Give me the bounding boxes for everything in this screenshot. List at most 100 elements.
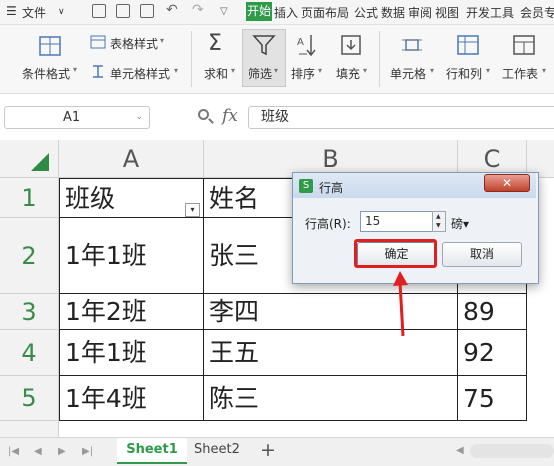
conditional-format-icon[interactable] bbox=[38, 35, 62, 57]
next-sheet-icon[interactable]: ▶ bbox=[58, 446, 66, 457]
fill-icon[interactable] bbox=[340, 34, 362, 56]
hamburger-icon[interactable]: ☰ bbox=[6, 4, 17, 18]
filter-label: 筛选 bbox=[248, 67, 273, 81]
tab-data[interactable]: 数据 bbox=[381, 4, 405, 21]
print-icon[interactable] bbox=[116, 4, 130, 18]
row-header-3[interactable]: 3 bbox=[0, 294, 59, 330]
cell-a3[interactable]: 1年2班 bbox=[59, 294, 204, 330]
row-height-label: 行高(R): bbox=[305, 217, 351, 231]
filter-dropdown-icon[interactable]: ▾ bbox=[185, 203, 200, 217]
ok-button-highlight bbox=[354, 239, 437, 268]
increment-icon[interactable]: ▲ bbox=[436, 213, 441, 220]
tab-review[interactable]: 审阅 bbox=[408, 4, 432, 21]
fill-button[interactable]: 填充 bbox=[336, 65, 360, 82]
sort-icon[interactable]: A bbox=[296, 33, 318, 57]
row-header-6[interactable] bbox=[0, 421, 59, 437]
add-sheet-button[interactable]: + bbox=[260, 439, 276, 461]
chevron-down-icon[interactable]: ▾ bbox=[542, 66, 546, 75]
cancel-button[interactable]: 取消 bbox=[442, 242, 522, 267]
sheet-tab-bar: |◀ ◀ ▶ ▶| Sheet1 Sheet2 + ◀ bbox=[0, 437, 554, 466]
cell-b3[interactable]: 李四 bbox=[204, 294, 458, 330]
cell-b4[interactable]: 王五 bbox=[204, 330, 458, 376]
row-height-value: 15 bbox=[365, 214, 381, 228]
sum-icon[interactable]: Σ bbox=[208, 31, 222, 56]
chevron-down-icon[interactable]: ∨ bbox=[58, 7, 65, 17]
cell-style-button[interactable]: 单元格样式 bbox=[110, 65, 170, 82]
chevron-down-icon[interactable]: ▾ bbox=[363, 66, 367, 75]
annotation-arrow bbox=[393, 271, 408, 337]
cell-button[interactable]: 单元格 bbox=[390, 65, 426, 82]
file-menu[interactable]: 文件 bbox=[22, 4, 46, 21]
scroll-left-icon[interactable]: ◀ bbox=[456, 445, 464, 456]
cell-c3[interactable]: 89 bbox=[458, 294, 527, 330]
save-icon[interactable] bbox=[92, 4, 106, 18]
sheet-tab-sheet1[interactable]: Sheet1 bbox=[117, 438, 187, 464]
table-style-button[interactable]: 表格样式 bbox=[110, 35, 158, 52]
chevron-down-icon[interactable]: ▾ bbox=[318, 66, 322, 75]
chevron-down-icon[interactable]: ▾ bbox=[73, 65, 77, 74]
prev-sheet-icon[interactable]: ◀ bbox=[34, 446, 42, 457]
last-sheet-icon[interactable]: ▶| bbox=[82, 446, 93, 457]
row-header-2[interactable]: 2 bbox=[0, 218, 59, 294]
select-all-triangle-icon bbox=[31, 153, 49, 171]
chevron-down-icon[interactable]: ⌄ bbox=[135, 107, 143, 128]
svg-text:A: A bbox=[297, 37, 304, 48]
formula-bar: A1 ⌄ fx 班级 bbox=[0, 103, 554, 133]
sort-button[interactable]: 排序 bbox=[291, 65, 315, 82]
fx-icon[interactable]: fx bbox=[222, 106, 238, 126]
formula-input[interactable]: 班级 bbox=[248, 106, 554, 129]
column-header-a[interactable]: A bbox=[59, 140, 204, 178]
tab-view[interactable]: 视图 bbox=[435, 4, 459, 21]
wps-logo-icon: S bbox=[299, 179, 313, 193]
chevron-down-icon[interactable]: ▾ bbox=[231, 66, 235, 75]
filter-icon[interactable] bbox=[252, 33, 276, 57]
row-header-4[interactable]: 4 bbox=[0, 330, 59, 376]
row-header-5[interactable]: 5 bbox=[0, 376, 59, 421]
tab-start[interactable]: 开始 bbox=[246, 2, 272, 21]
undo-icon[interactable]: ↶ bbox=[166, 2, 178, 18]
menu-bar: ☰ 文件 ∨ ↶ ↷ ▽ 开始 插入 页面布局 公式 数据 审阅 视图 开发工具… bbox=[0, 0, 554, 25]
cell-b5[interactable]: 陈三 bbox=[204, 376, 458, 421]
row-column-button[interactable]: 行和列 bbox=[446, 65, 482, 82]
worksheet-button[interactable]: 工作表 bbox=[502, 65, 538, 82]
chevron-down-icon[interactable]: ▾ bbox=[274, 66, 278, 75]
select-all-corner[interactable] bbox=[0, 140, 59, 178]
first-sheet-icon[interactable]: |◀ bbox=[8, 446, 19, 457]
redo-icon[interactable]: ↷ bbox=[192, 2, 204, 18]
customize-toolbar-icon[interactable]: ▽ bbox=[220, 6, 228, 17]
name-box[interactable]: A1 ⌄ bbox=[4, 106, 150, 129]
chevron-down-icon[interactable]: ▾ bbox=[174, 66, 178, 75]
unit-select[interactable]: 磅▾ bbox=[451, 215, 469, 232]
row-column-icon[interactable] bbox=[456, 34, 480, 56]
horizontal-scrollbar[interactable] bbox=[470, 444, 554, 458]
conditional-format-button[interactable]: 条件格式 bbox=[22, 65, 70, 82]
ribbon-separator bbox=[191, 31, 192, 87]
row-height-input[interactable]: 15 bbox=[360, 211, 446, 232]
tab-formulas[interactable]: 公式 bbox=[354, 4, 378, 21]
decrement-icon[interactable]: ▼ bbox=[436, 222, 441, 229]
tab-member[interactable]: 会员专 bbox=[520, 4, 554, 21]
close-button[interactable]: ✕ bbox=[484, 174, 530, 192]
cell-a1[interactable]: 班级 bbox=[59, 178, 204, 218]
cell-a4[interactable]: 1年1班 bbox=[59, 330, 204, 376]
tab-developer[interactable]: 开发工具 bbox=[466, 4, 514, 21]
cell-icon[interactable] bbox=[400, 34, 424, 56]
chevron-down-icon[interactable]: ▾ bbox=[430, 66, 434, 75]
tab-page-layout[interactable]: 页面布局 bbox=[301, 4, 349, 21]
zoom-icon[interactable] bbox=[198, 109, 209, 120]
cell-c5[interactable]: 75 bbox=[458, 376, 527, 421]
worksheet-icon[interactable] bbox=[512, 34, 536, 56]
cell-a2[interactable]: 1年1班 bbox=[59, 218, 204, 294]
chevron-down-icon[interactable]: ▾ bbox=[160, 36, 164, 45]
tab-insert[interactable]: 插入 bbox=[274, 4, 298, 21]
print-preview-icon[interactable] bbox=[140, 4, 154, 18]
row-header-1[interactable]: 1 bbox=[0, 178, 59, 218]
dialog-title-bar[interactable]: S 行高 ✕ bbox=[293, 173, 536, 198]
cell-c4[interactable]: 92 bbox=[458, 330, 527, 376]
sum-button[interactable]: 求和 bbox=[204, 65, 228, 82]
chevron-down-icon[interactable]: ▾ bbox=[486, 66, 490, 75]
cell-a5[interactable]: 1年4班 bbox=[59, 376, 204, 421]
name-box-value: A1 bbox=[63, 110, 81, 125]
row-height-spinner[interactable]: ▲ ▼ bbox=[432, 211, 446, 232]
sheet-tab-sheet2[interactable]: Sheet2 bbox=[194, 442, 240, 457]
